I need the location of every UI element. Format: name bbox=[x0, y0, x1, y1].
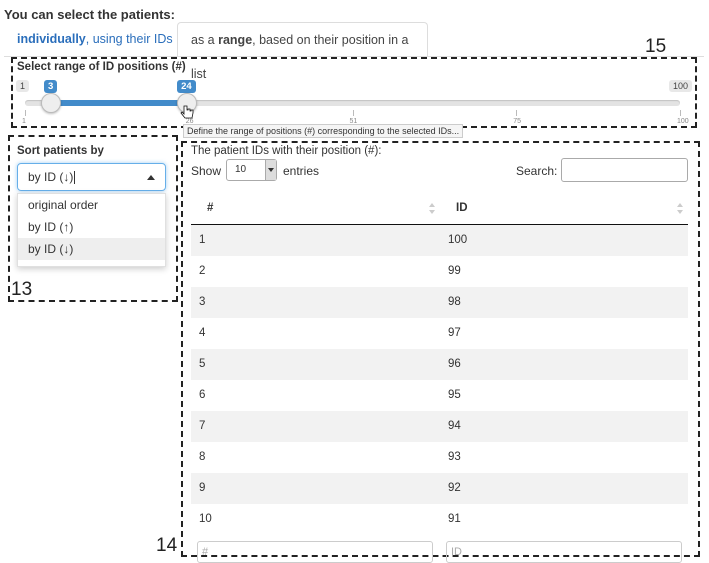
sort-arrows-icon[interactable] bbox=[677, 203, 683, 215]
tab-individually-rest: , using their IDs bbox=[85, 32, 173, 46]
sort-dropdown-menu: original order by ID (↑) by ID (↓) bbox=[17, 193, 166, 267]
footer-filter-position[interactable]: # bbox=[197, 541, 433, 563]
table-row[interactable]: 4 97 bbox=[191, 318, 688, 349]
search-input[interactable] bbox=[561, 158, 688, 182]
entries-value: 10 bbox=[235, 164, 247, 175]
text-cursor bbox=[74, 171, 76, 185]
cell-position: 8 bbox=[199, 451, 206, 463]
cell-id: 99 bbox=[448, 265, 461, 277]
slider-from-value: 3 bbox=[43, 80, 58, 93]
tab-range-pre: as a bbox=[191, 33, 219, 47]
sort-label: Sort patients by bbox=[17, 145, 104, 157]
annotation-15: 15 bbox=[645, 36, 667, 57]
cell-position: 7 bbox=[199, 420, 206, 432]
cell-id: 95 bbox=[448, 389, 461, 401]
column-header-id[interactable]: ID bbox=[456, 191, 468, 224]
column-header-position[interactable]: # bbox=[207, 191, 213, 224]
hand-cursor-icon bbox=[180, 105, 194, 119]
slider-to-value: 24 bbox=[177, 80, 196, 93]
cell-id: 97 bbox=[448, 327, 461, 339]
table-row[interactable]: 3 98 bbox=[191, 287, 688, 318]
tab-range[interactable]: as a range, based on their position in a… bbox=[177, 22, 428, 81]
chevron-up-icon bbox=[147, 175, 155, 180]
page-title: You can select the patients: bbox=[4, 7, 175, 22]
tab-range-bold: range bbox=[218, 33, 253, 47]
entries-select[interactable]: 10 bbox=[226, 159, 277, 181]
table-row[interactable]: 5 96 bbox=[191, 349, 688, 380]
cell-position: 3 bbox=[199, 296, 206, 308]
cell-position: 2 bbox=[199, 265, 206, 277]
slider-tick bbox=[352, 110, 354, 116]
cell-id: 91 bbox=[448, 513, 461, 525]
sort-select[interactable]: by ID (↓) bbox=[17, 163, 166, 191]
cell-position: 6 bbox=[199, 389, 206, 401]
cell-id: 92 bbox=[448, 482, 461, 494]
slider-tick bbox=[516, 110, 518, 116]
slider-tick-label: 75 bbox=[513, 118, 522, 125]
slider-tick-label: 100 bbox=[677, 118, 689, 125]
annotation-14: 14 bbox=[156, 535, 178, 556]
chevron-down-icon bbox=[265, 160, 276, 180]
sort-option-original[interactable]: original order bbox=[18, 194, 165, 216]
cell-position: 9 bbox=[199, 482, 206, 494]
slider-min-label: 1 bbox=[16, 80, 30, 92]
slider-label: Select range of ID positions (#) bbox=[17, 61, 186, 73]
cell-position: 1 bbox=[199, 234, 206, 246]
entries-label: entries bbox=[283, 164, 320, 178]
show-label: Show bbox=[191, 164, 222, 178]
table-row[interactable]: 9 92 bbox=[191, 473, 688, 504]
tab-individually[interactable]: individually, using their IDs bbox=[4, 22, 186, 56]
table-row[interactable]: 6 95 bbox=[191, 380, 688, 411]
footer-filter-id[interactable]: ID bbox=[446, 541, 682, 563]
table-row[interactable]: 10 91 bbox=[191, 504, 688, 535]
table-row[interactable]: 1 100 bbox=[191, 225, 688, 256]
table-header: # ID bbox=[191, 191, 688, 225]
cell-id: 98 bbox=[448, 296, 461, 308]
sort-option-id-desc[interactable]: by ID (↓) bbox=[18, 238, 165, 260]
slider-tick-label: 1 bbox=[22, 118, 26, 125]
table-row[interactable]: 2 99 bbox=[191, 256, 688, 287]
cell-id: 96 bbox=[448, 358, 461, 370]
slider-max-label: 100 bbox=[669, 80, 693, 92]
cell-id: 100 bbox=[448, 234, 468, 246]
cell-id: 94 bbox=[448, 420, 461, 432]
cell-id: 93 bbox=[448, 451, 461, 463]
slider-tick bbox=[25, 110, 26, 116]
cell-position: 4 bbox=[199, 327, 206, 339]
cell-position: 5 bbox=[199, 358, 206, 370]
table-row[interactable]: 7 94 bbox=[191, 411, 688, 442]
table-caption: The patient IDs with their position (#): bbox=[191, 145, 382, 157]
search-label: Search: bbox=[516, 164, 558, 178]
cell-position: 10 bbox=[199, 513, 212, 525]
sort-option-id-asc[interactable]: by ID (↑) bbox=[18, 216, 165, 238]
sort-arrows-icon[interactable] bbox=[429, 203, 435, 215]
sort-selected-value: by ID (↓) bbox=[28, 170, 74, 184]
annotation-13: 13 bbox=[11, 279, 33, 300]
slider-from-handle[interactable] bbox=[40, 93, 61, 113]
tab-individually-bold: individually bbox=[17, 32, 86, 46]
slider-tick bbox=[680, 110, 681, 116]
table-row[interactable]: 8 93 bbox=[191, 442, 688, 473]
slider-tooltip: Define the range of positions (#) corres… bbox=[183, 124, 464, 138]
slider-range-fill bbox=[50, 100, 188, 106]
